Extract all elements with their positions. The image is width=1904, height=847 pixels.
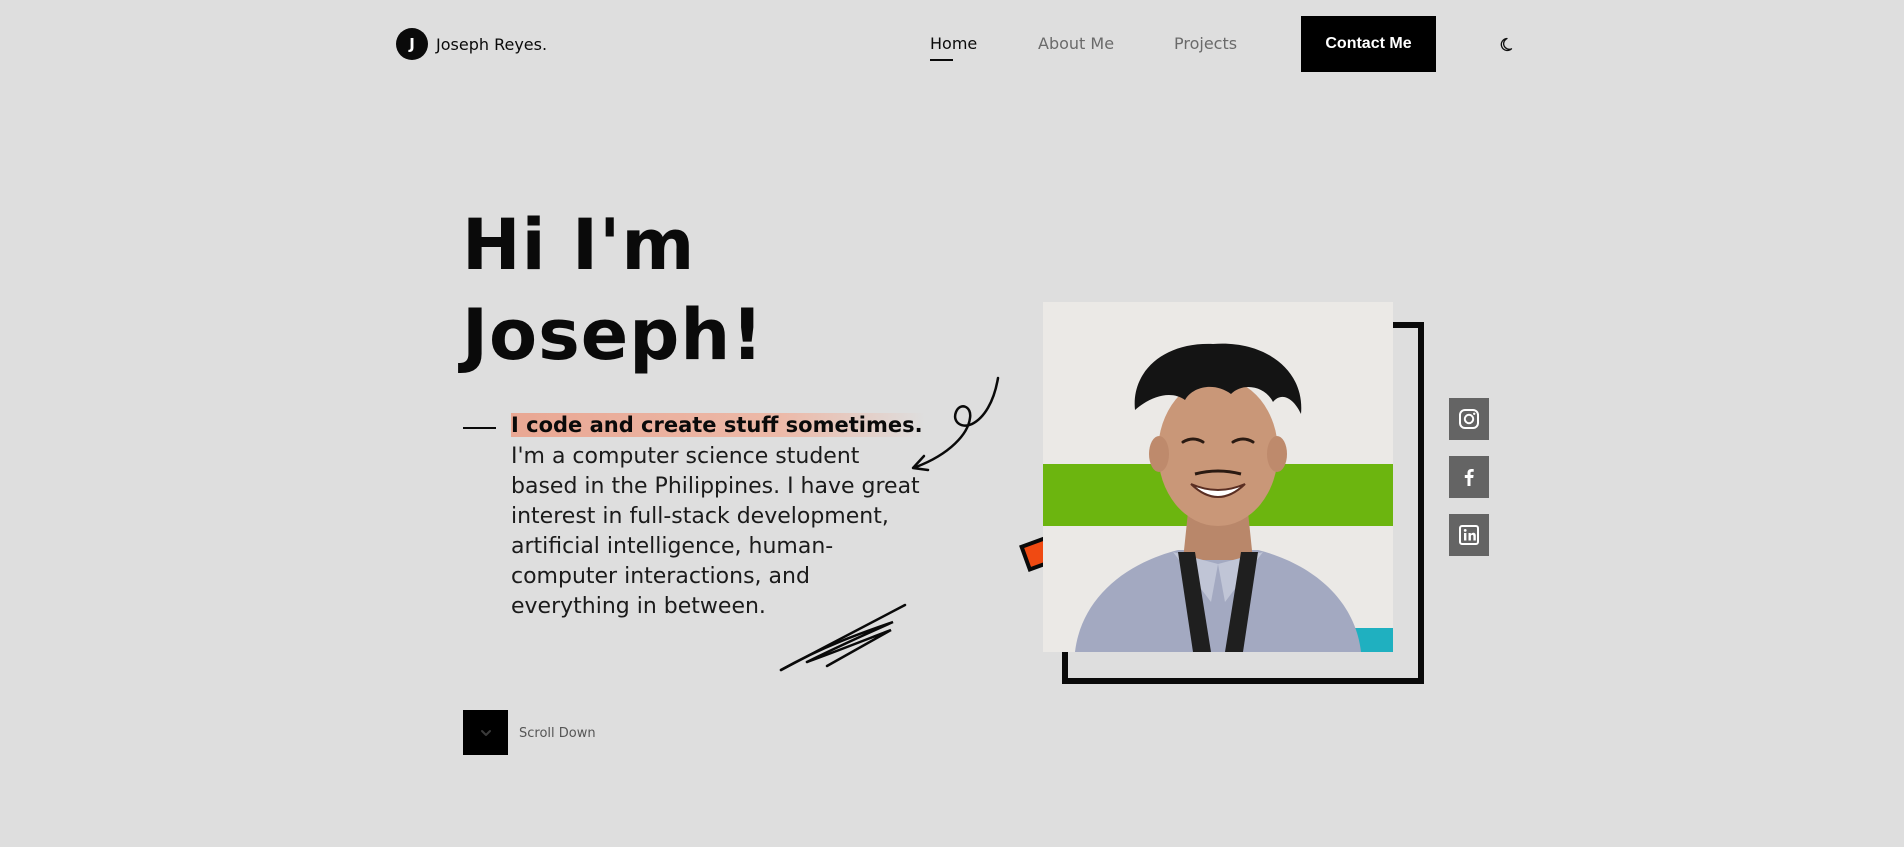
linkedin-link[interactable] [1449,514,1489,556]
instagram-link[interactable] [1449,398,1489,440]
nav-home[interactable]: Home [930,34,977,53]
profile-photo [1043,302,1393,652]
hero-title: Hi I'm Joseph! [462,200,764,380]
nav-projects[interactable]: Projects [1174,34,1237,53]
scroll-down-button[interactable] [463,710,508,755]
contact-me-button[interactable]: Contact Me [1301,16,1436,72]
logo-name: Joseph Reyes. [436,34,548,54]
nav-active-indicator [930,59,953,61]
tagline: I code and create stuff sometimes. [511,413,925,437]
squiggle-arrow-doodle [911,376,1000,472]
hero-title-line1: Hi I'm [462,204,696,286]
facebook-link[interactable] [1449,456,1489,498]
logo[interactable]: J Joseph Reyes. [396,28,547,60]
linkedin-icon [1459,525,1479,545]
tagline-dash [463,427,496,429]
bio-text: I'm a computer science student based in … [511,444,920,619]
instagram-icon [1459,409,1479,429]
nav-about-me[interactable]: About Me [1038,34,1114,53]
moon-icon[interactable] [1497,34,1517,54]
hero-title-line2: Joseph! [462,294,765,376]
scribble-doodle [779,603,907,672]
logo-circle: J [396,28,428,60]
chevron-down-icon [480,729,491,736]
facebook-icon [1464,469,1474,486]
scroll-down-label: Scroll Down [519,726,596,741]
